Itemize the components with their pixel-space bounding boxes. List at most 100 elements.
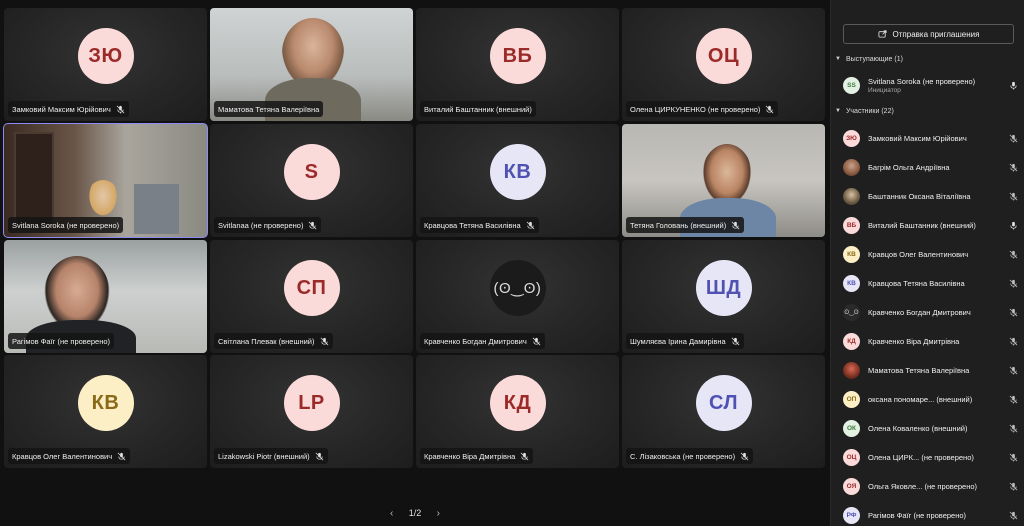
participant-name: Багрім Ольга Андріївна xyxy=(868,162,950,172)
participant-name: Кравцов Олег Валентинович xyxy=(12,451,113,461)
tile-0[interactable]: ЗЮ Замковий Максим Юрійович xyxy=(4,8,207,121)
participant-name: Виталий Баштанник (внешний) xyxy=(868,220,976,230)
participant-row[interactable]: Багрім Ольга Андріївна xyxy=(843,156,1019,178)
participant-name: Виталий Баштанник (внешний) xyxy=(424,104,532,114)
participant-row[interactable]: Маматова Тетяна Валеріївна xyxy=(843,359,1019,381)
participant-name-tag: Маматова Тетяна Валеріївна xyxy=(214,101,324,117)
tile-8[interactable]: Рагімов Фаїг (не проверено) xyxy=(4,240,207,353)
participant-avatar: ʘ‿ʘ xyxy=(843,303,860,321)
next-page-button[interactable]: › xyxy=(437,508,440,519)
participant-name: Шумляєва Ірина Дамирівна xyxy=(630,336,726,346)
participant-name-tag: Lizakowski Piotr (внешний) xyxy=(214,448,328,464)
mic-off-icon xyxy=(520,452,529,461)
participants-section-header[interactable]: ▼ Участники (22) xyxy=(835,105,894,117)
participant-name-tag: Svitlana Soroka (не проверено) xyxy=(8,217,124,233)
participant-name-tag: С. Лізаковська (не проверено) xyxy=(626,448,754,464)
participant-row[interactable]: ОП оксана пономаре... (внешний) xyxy=(843,388,1019,410)
participants-panel: Отправка приглашения ▼ Выступающие (1) S… xyxy=(830,0,1024,526)
participant-name-tag: Замковий Максим Юрійович xyxy=(8,101,129,117)
tile-10[interactable]: (ʘ‿ʘ) Кравченко Богдан Дмитрович xyxy=(416,240,619,353)
participant-avatar: ОП xyxy=(843,390,860,408)
mic-off-icon xyxy=(765,105,774,114)
chevron-down-icon: ▼ xyxy=(835,108,841,114)
participant-avatar: СП xyxy=(283,260,340,316)
participant-name: Баштанник Оксана Віталіївна xyxy=(868,191,971,201)
participant-name: Svitlanaa (не проверено) xyxy=(218,220,304,230)
participant-row[interactable]: ЗЮ Замковий Максим Юрійович xyxy=(843,127,1019,149)
tile-5[interactable]: S Svitlanaa (не проверено) xyxy=(210,124,413,237)
participant-name: Олена ЦИРК... (не проверено) xyxy=(868,452,974,462)
mic-off-icon xyxy=(532,337,541,346)
participant-name: Замковий Максим Юрійович xyxy=(868,133,967,143)
mic-off-icon xyxy=(1007,308,1019,317)
participant-row[interactable]: КВ Кравцова Тетяна Василівна xyxy=(843,272,1019,294)
participant-name-tag: Тетяна Головань (внешний) xyxy=(626,217,745,233)
participant-name-tag: Кравцова Тетяна Василівна xyxy=(420,217,539,233)
presenter-row[interactable]: SS Svitlana Soroka (не проверено) Инициа… xyxy=(843,74,1019,96)
mic-off-icon xyxy=(1007,366,1019,375)
tile-3[interactable]: ОЦ Олена ЦИРКУНЕНКО (не проверено) xyxy=(622,8,825,121)
tile-15[interactable]: СЛ С. Лізаковська (не проверено) xyxy=(622,355,825,468)
participant-name-tag: Рагімов Фаїг (не проверено) xyxy=(8,333,115,349)
participant-name: Світлана Плевак (внешний) xyxy=(218,336,315,346)
tile-13[interactable]: LP Lizakowski Piotr (внешний) xyxy=(210,355,413,468)
mic-off-icon xyxy=(1007,250,1019,259)
participant-name-tag: Svitlanaa (не проверено) xyxy=(214,217,322,233)
participant-row[interactable]: ОЦ Олена ЦИРК... (не проверено) xyxy=(843,446,1019,468)
tile-6[interactable]: КВ Кравцова Тетяна Василівна xyxy=(416,124,619,237)
participant-name: Кравченко Віра Дмитрівна xyxy=(868,336,960,346)
participant-avatar: ОЦ xyxy=(843,448,860,466)
tile-1[interactable]: Маматова Тетяна Валеріївна xyxy=(210,8,413,121)
participant-name: Замковий Максим Юрійович xyxy=(12,104,111,114)
send-invite-label: Отправка приглашения xyxy=(892,29,980,39)
participant-avatar: ОК xyxy=(843,419,860,437)
tile-14[interactable]: КД Кравченко Віра Дмитрівна xyxy=(416,355,619,468)
mic-off-icon xyxy=(117,452,126,461)
participant-avatar: КВ xyxy=(843,245,860,263)
participant-avatar: КД xyxy=(843,332,860,350)
tile-7[interactable]: Тетяна Головань (внешний) xyxy=(622,124,825,237)
tile-12[interactable]: КВ Кравцов Олег Валентинович xyxy=(4,355,207,468)
participant-avatar: ВБ xyxy=(489,28,546,84)
mic-off-icon xyxy=(1007,163,1019,172)
participant-row[interactable]: ОЯ Ольга Яковле... (не проверено) xyxy=(843,475,1019,497)
participant-name: Маматова Тетяна Валеріївна xyxy=(868,365,970,375)
participant-row[interactable]: КВ Кравцов Олег Валентинович xyxy=(843,243,1019,265)
mic-off-icon xyxy=(1007,134,1019,143)
participant-name-tag: Кравцов Олег Валентинович xyxy=(8,448,131,464)
participant-name: Кравцов Олег Валентинович xyxy=(868,249,969,259)
participant-name: Олена Коваленко (внешний) xyxy=(868,423,968,433)
tile-4[interactable]: Svitlana Soroka (не проверено) xyxy=(3,123,208,238)
participant-avatar xyxy=(843,361,860,379)
participant-row[interactable]: ВБ Виталий Баштанник (внешний) xyxy=(843,214,1019,236)
participant-avatar: ЗЮ xyxy=(843,129,860,147)
send-invite-button[interactable]: Отправка приглашения xyxy=(843,24,1014,44)
mic-off-icon xyxy=(1007,424,1019,433)
mic-off-icon xyxy=(731,337,740,346)
participant-avatar: СЛ xyxy=(695,375,752,431)
participant-row[interactable]: ʘ‿ʘ Кравченко Богдан Дмитрович xyxy=(843,301,1019,323)
participant-name: Тетяна Головань (внешний) xyxy=(630,220,727,230)
previous-page-button[interactable]: ‹ xyxy=(390,508,393,519)
tile-9[interactable]: СП Світлана Плевак (внешний) xyxy=(210,240,413,353)
participant-name-tag: Кравченко Богдан Дмитрович xyxy=(420,333,545,349)
participant-avatar xyxy=(843,187,860,205)
participant-avatar xyxy=(843,158,860,176)
teams-meeting-window: ЗЮ Замковий Максим Юрійович Маматова Тет… xyxy=(0,0,1024,526)
mic-off-icon xyxy=(526,221,535,230)
participant-avatar: SS xyxy=(843,76,860,94)
participant-avatar: (ʘ‿ʘ) xyxy=(489,260,546,316)
presenters-section-header[interactable]: ▼ Выступающие (1) xyxy=(835,53,903,65)
participant-row[interactable]: РФ Рагімов Фаїг (не проверено) xyxy=(843,504,1019,526)
page-indicator: 1/2 xyxy=(408,508,422,518)
participant-name: Ольга Яковле... (не проверено) xyxy=(868,481,978,491)
participant-name: Олена ЦИРКУНЕНКО (не проверено) xyxy=(630,104,761,114)
tile-2[interactable]: ВБ Виталий Баштанник (внешний) xyxy=(416,8,619,121)
participant-row[interactable]: ОК Олена Коваленко (внешний) xyxy=(843,417,1019,439)
participant-row[interactable]: Баштанник Оксана Віталіївна xyxy=(843,185,1019,207)
participant-avatar: S xyxy=(283,144,340,200)
tile-11[interactable]: ШД Шумляєва Ірина Дамирівна xyxy=(622,240,825,353)
participant-row[interactable]: КД Кравченко Віра Дмитрівна xyxy=(843,330,1019,352)
participant-avatar: ЗЮ xyxy=(77,28,134,84)
mic-off-icon xyxy=(731,221,740,230)
